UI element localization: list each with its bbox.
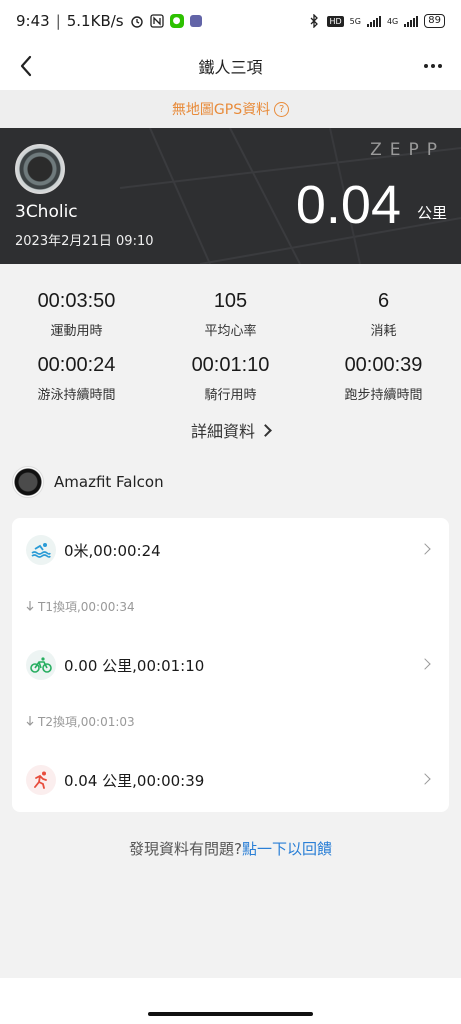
summary-banner: ZEPP 3Cholic 2023年2月21日 09:10 0.04 公里 <box>0 128 461 264</box>
stat-swim-duration: 00:00:24 游泳持續時間 <box>0 354 153 403</box>
details-link[interactable]: 詳細資料 <box>0 418 461 442</box>
app-header: 鐵人三項 <box>0 42 461 90</box>
segment-run-summary: 0.04 公里,00:00:39 <box>64 771 205 790</box>
alarm-icon <box>130 14 144 28</box>
segment-bike-summary: 0.00 公里,00:01:10 <box>64 656 205 675</box>
device-name: Amazfit Falcon <box>54 473 164 491</box>
stat-value: 00:01:10 <box>191 354 270 376</box>
more-dot <box>438 64 442 68</box>
status-separator: | <box>55 12 61 30</box>
status-net-speed: 5.1KB/s <box>66 12 124 30</box>
stat-value: 105 <box>213 290 248 312</box>
stats-grid: 00:03:50 運動用時 105 平均心率 6 消耗 00:00:24 游泳持… <box>0 264 461 460</box>
chevron-right-icon <box>419 658 431 670</box>
more-dot <box>431 64 435 68</box>
chevron-right-icon <box>259 424 272 437</box>
feedback-question: 發現資料有問題? <box>129 840 242 858</box>
help-icon[interactable]: ? <box>274 101 290 117</box>
whatsapp-icon: ● <box>169 14 184 28</box>
signal-icon-2 <box>404 15 419 27</box>
stat-avg-heart-rate: 105 平均心率 <box>154 290 307 339</box>
chevron-right-icon <box>419 773 431 785</box>
nfc-icon <box>149 14 164 28</box>
username: 3Cholic <box>15 202 78 222</box>
bike-icon <box>26 650 56 680</box>
stat-value: 00:03:50 <box>37 290 116 312</box>
workout-date: 2023年2月21日 09:10 <box>15 234 154 249</box>
distance-unit: 公里 <box>416 204 447 222</box>
stat-value: 00:00:24 <box>37 354 116 376</box>
chevron-left-icon <box>20 55 32 77</box>
stat-calories: 6 消耗 <box>307 290 460 339</box>
home-indicator[interactable] <box>148 1012 313 1016</box>
stat-label: 騎行用時 <box>204 388 257 403</box>
battery-indicator: 89 <box>424 14 445 28</box>
arrow-down-icon <box>26 601 34 611</box>
segment-swim[interactable]: 0米,00:00:24 <box>12 528 449 572</box>
net-4g-label: 4G <box>386 16 399 26</box>
segments-card: 0米,00:00:24 T1換項,00:00:34 0.00 公里,00:01:… <box>12 518 449 812</box>
stat-workout-time: 00:03:50 運動用時 <box>0 290 153 339</box>
arrow-down-icon <box>26 716 34 726</box>
segment-run[interactable]: 0.04 公里,00:00:39 <box>12 758 449 802</box>
back-button[interactable] <box>14 50 38 82</box>
segment-swim-summary: 0米,00:00:24 <box>64 541 161 560</box>
brand-logo: ZEPP <box>370 140 445 160</box>
transition-t1: T1換項,00:00:34 <box>26 598 135 615</box>
hd-badge: HD <box>327 15 344 27</box>
chevron-right-icon <box>419 543 431 555</box>
device-row: Amazfit Falcon <box>12 465 164 499</box>
segment-bike[interactable]: 0.00 公里,00:01:10 <box>12 643 449 687</box>
signal-icon <box>366 15 381 27</box>
stat-ride-time: 00:01:10 騎行用時 <box>154 354 307 403</box>
status-time: 9:43 <box>16 12 50 30</box>
transition-t2-label: T2換項,00:01:03 <box>38 715 135 729</box>
feedback-row: 發現資料有問題?點一下以回饋 <box>0 838 461 859</box>
stat-value: 6 <box>377 290 390 312</box>
transition-t2: T2換項,00:01:03 <box>26 713 135 730</box>
stat-label: 運動用時 <box>50 324 103 339</box>
stat-value: 00:00:39 <box>344 354 423 376</box>
swim-icon <box>26 535 56 565</box>
run-icon <box>26 765 56 795</box>
total-distance: 0.04 <box>295 175 401 235</box>
stat-label: 消耗 <box>370 324 397 339</box>
stat-label: 平均心率 <box>204 324 257 339</box>
gps-notice[interactable]: 無地圖GPS資料 ? <box>0 90 461 128</box>
transition-t1-label: T1換項,00:00:34 <box>38 600 135 614</box>
stat-label: 游泳持續時間 <box>37 388 116 403</box>
more-dot <box>424 64 428 68</box>
teams-icon <box>189 15 202 27</box>
bluetooth-icon <box>307 14 321 28</box>
details-link-label: 詳細資料 <box>190 422 255 441</box>
gps-notice-text: 無地圖GPS資料 <box>171 102 271 118</box>
net-5g-label: 5G <box>349 16 361 26</box>
more-options-button[interactable] <box>421 50 445 82</box>
stat-label: 跑步持續時間 <box>344 388 423 403</box>
status-bar: 9:43 | 5.1KB/s ● HD 5G 4G 89 <box>0 0 461 42</box>
feedback-link[interactable]: 點一下以回饋 <box>242 840 332 858</box>
stat-run-duration: 00:00:39 跑步持續時間 <box>307 354 460 403</box>
page-title: 鐵人三項 <box>198 58 263 77</box>
avatar[interactable] <box>15 144 65 194</box>
watch-icon <box>12 466 44 498</box>
bottom-bar <box>0 978 461 1024</box>
